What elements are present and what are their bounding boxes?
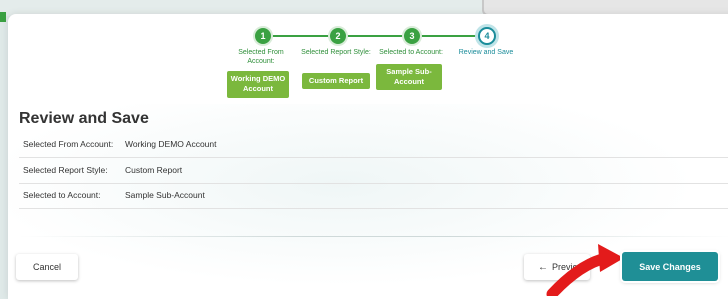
- step-1-circle[interactable]: 1: [253, 26, 273, 46]
- review-row-value: Custom Report: [125, 165, 183, 175]
- step-3-selection: Sample Sub-Account: [376, 64, 442, 90]
- review-row: Selected From Account: Working DEMO Acco…: [19, 133, 728, 158]
- step-connector: [413, 35, 479, 37]
- step-3-circle[interactable]: 3: [402, 26, 422, 46]
- review-row: Selected Report Style: Custom Report: [19, 159, 728, 184]
- side-accent: [0, 12, 6, 22]
- step-2-label: Selected Report Style:: [301, 49, 371, 56]
- step-connector: [339, 35, 409, 37]
- review-row: Selected to Account: Sample Sub-Account: [19, 184, 728, 209]
- step-2-circle[interactable]: 2: [328, 26, 348, 46]
- save-changes-button[interactable]: Save Changes: [622, 252, 718, 281]
- step-connector: [265, 35, 335, 37]
- step-4-label: Review and Save: [458, 49, 514, 56]
- cancel-button[interactable]: Cancel: [16, 254, 78, 280]
- review-row-label: Selected to Account:: [23, 190, 101, 200]
- step-1-label: Selected From Account:: [238, 49, 284, 65]
- step-2-selection: Custom Report: [302, 73, 370, 89]
- red-pointer-arrow-icon: [546, 244, 624, 296]
- review-row-value: Sample Sub-Account: [125, 190, 205, 200]
- review-row-label: Selected From Account:: [23, 139, 114, 149]
- step-1-selection: Working DEMO Account: [227, 71, 289, 98]
- review-row-value: Working DEMO Account: [125, 139, 217, 149]
- step-4-circle[interactable]: 4: [478, 27, 496, 45]
- review-row-label: Selected Report Style:: [23, 165, 108, 175]
- page-title: Review and Save: [19, 110, 149, 127]
- step-3-label: Selected to Account:: [379, 49, 443, 56]
